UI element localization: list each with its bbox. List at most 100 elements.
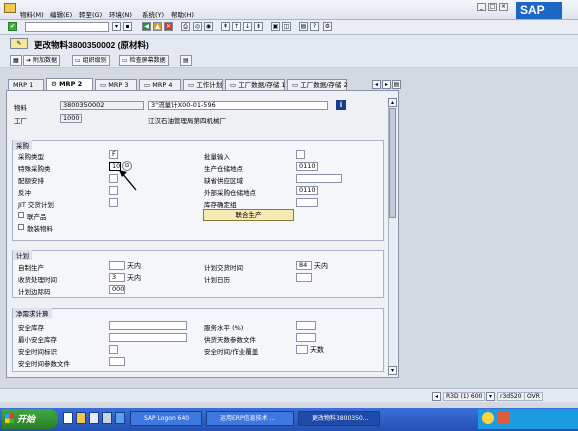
display-change-icon[interactable]: ✎ <box>10 38 28 49</box>
layout-icon[interactable]: ▤ <box>299 22 308 31</box>
min-safety-stock-label: 最小安全库存 <box>18 336 57 344</box>
last-page-icon[interactable]: ⇟ <box>254 22 263 31</box>
tab-list-icon[interactable]: ▤ <box>392 80 401 89</box>
menu-item-environment[interactable]: 环境(N) <box>109 9 132 19</box>
tray-security-icon[interactable] <box>498 412 510 424</box>
safety-time-field[interactable] <box>296 345 308 354</box>
org-levels-button[interactable]: ▭ 组织级别 <box>72 55 110 66</box>
quicklaunch-ie-icon[interactable] <box>63 412 73 424</box>
jit-field[interactable] <box>109 198 118 207</box>
default-supply-field[interactable] <box>296 174 342 183</box>
page-title: 更改物料3800350002 (原材料) <box>34 40 149 50</box>
scheduling-group <box>12 250 384 298</box>
tab-mrp2[interactable]: ⚙ MRP 2 <box>46 78 93 90</box>
safety-time-label: 安全时间/作业覆盖 <box>204 348 259 356</box>
quicklaunch-app-icon[interactable] <box>102 412 112 424</box>
tray-icon[interactable] <box>482 412 494 424</box>
print-icon[interactable]: ⎙ <box>181 22 190 31</box>
previous-page-icon[interactable]: ↑ <box>232 22 241 31</box>
menu-item-material[interactable]: 物料(M) <box>20 9 44 19</box>
taskbar-item-change-material[interactable]: 更改物料3800350... <box>298 411 380 426</box>
menu-item-edit[interactable]: 编辑(E) <box>50 9 72 19</box>
scroll-up-icon[interactable]: ▴ <box>388 98 397 107</box>
next-page-icon[interactable]: ↓ <box>243 22 252 31</box>
prod-stor-field[interactable]: 0110 <box>296 162 318 171</box>
gr-time-field[interactable]: 3 <box>109 273 125 282</box>
back-icon[interactable]: ◀ <box>142 22 151 31</box>
tab-icon: ▭ <box>292 81 301 89</box>
shortcut-icon[interactable]: ◫ <box>282 22 291 31</box>
joint-production-button[interactable]: 联合生产 <box>203 209 294 221</box>
check-screen-data-button[interactable]: ▭ 检查屏幕数据 <box>119 55 169 66</box>
help-icon[interactable]: ? <box>310 22 319 31</box>
tab-mrp4[interactable]: ▭ MRP 4 <box>139 79 181 90</box>
history-dropdown-icon[interactable]: ▾ <box>112 22 121 31</box>
procurement-group <box>12 140 384 241</box>
pdt-unit: 天内 <box>314 262 328 270</box>
sm-key-field[interactable]: 000 <box>109 285 125 294</box>
scrollbar-thumb[interactable] <box>389 108 396 218</box>
find-next-icon[interactable]: ◉ <box>204 22 213 31</box>
additional-data-label: 附加数据 <box>32 57 57 64</box>
check-screen-data-label: 检查屏幕数据 <box>129 57 166 64</box>
taskbar-item-erp-doc[interactable]: 运用ERP信息技术 ... <box>206 411 294 426</box>
documents-icon[interactable]: ▤ <box>180 55 192 66</box>
system-dropdown-icon[interactable]: ▾ <box>486 392 495 401</box>
safety-stock-field[interactable] <box>109 321 187 330</box>
tab-plant-data-1-label: 工厂数据/存储 1 <box>238 81 286 89</box>
status-expand-icon[interactable]: ◂ <box>432 392 441 401</box>
tab-work-scheduling[interactable]: ▭ 工作计划 <box>183 79 223 90</box>
views-icon[interactable]: ▦ <box>10 55 22 66</box>
bulk-material-checkbox[interactable] <box>18 224 24 230</box>
close-icon[interactable]: × <box>499 3 508 11</box>
enter-icon[interactable]: ✔ <box>8 22 17 31</box>
service-level-field[interactable] <box>296 321 316 330</box>
tab-scroll-right-icon[interactable]: ▸ <box>382 80 391 89</box>
new-session-icon[interactable]: ▣ <box>271 22 280 31</box>
stor-bin-field[interactable] <box>296 198 318 207</box>
info-icon[interactable]: i <box>336 100 346 110</box>
additional-data-button[interactable]: ➔ 附加数据 <box>23 55 60 66</box>
minimize-icon[interactable]: _ <box>477 3 486 11</box>
taskbar-item-sap-logon[interactable]: SAP Logon 640 <box>130 411 202 426</box>
ext-proc-stor-field[interactable]: 0110 <box>296 186 318 195</box>
calendar-field[interactable] <box>296 273 312 282</box>
exit-icon[interactable]: ▲ <box>153 22 162 31</box>
tab-plant-data-2[interactable]: ▭ 工厂数据/存储 2 <box>287 79 348 90</box>
tab-mrp3[interactable]: ▭ MRP 3 <box>95 79 137 90</box>
pdt-label: 计划交货时间 <box>204 264 243 272</box>
proc-type-field[interactable]: F <box>109 150 118 159</box>
first-page-icon[interactable]: ⇞ <box>221 22 230 31</box>
tab-icon: ▭ <box>188 81 197 89</box>
inhouse-field[interactable] <box>109 261 125 270</box>
safety-time-profile-field[interactable] <box>109 357 125 366</box>
pdt-field[interactable]: 84 <box>296 261 312 270</box>
sap-window-icon[interactable] <box>4 3 16 13</box>
quicklaunch-more-icon[interactable] <box>115 412 125 424</box>
special-proc-label: 特殊采购类 <box>18 165 51 173</box>
tab-scroll-left-icon[interactable]: ◂ <box>372 80 381 89</box>
material-description-field[interactable]: 3"流量计X00-01-596 <box>148 101 328 110</box>
menu-item-goto[interactable]: 转至(G) <box>79 9 102 19</box>
find-icon[interactable]: ◎ <box>193 22 202 31</box>
coverage-profile-field[interactable] <box>296 333 316 342</box>
coproduct-checkbox[interactable] <box>18 212 24 218</box>
menu-item-help[interactable]: 帮助(H) <box>171 9 194 19</box>
batch-entry-field[interactable] <box>296 150 305 159</box>
stor-bin-label: 库存确定组 <box>204 201 237 209</box>
quicklaunch-desktop-icon[interactable] <box>89 412 99 424</box>
tab-mrp1[interactable]: MRP 1 <box>8 79 44 90</box>
command-field[interactable] <box>25 22 109 32</box>
safety-time-profile-label: 安全时间参数文件 <box>18 360 70 368</box>
tab-plant-data-1[interactable]: ▭ 工厂数据/存储 1 <box>225 79 286 90</box>
maximize-icon[interactable]: □ <box>488 3 497 11</box>
save-icon[interactable]: ▪ <box>123 22 132 31</box>
customize-icon[interactable]: ⚙ <box>323 22 332 31</box>
menu-item-system[interactable]: 系统(Y) <box>142 9 164 19</box>
cancel-icon[interactable]: ✕ <box>164 22 173 31</box>
quicklaunch-folder-icon[interactable] <box>76 412 86 424</box>
min-safety-stock-field[interactable] <box>109 333 187 342</box>
scroll-down-icon[interactable]: ▾ <box>388 366 397 375</box>
safety-time-ind-field[interactable] <box>109 345 118 354</box>
tab-icon: ▭ <box>144 81 153 89</box>
